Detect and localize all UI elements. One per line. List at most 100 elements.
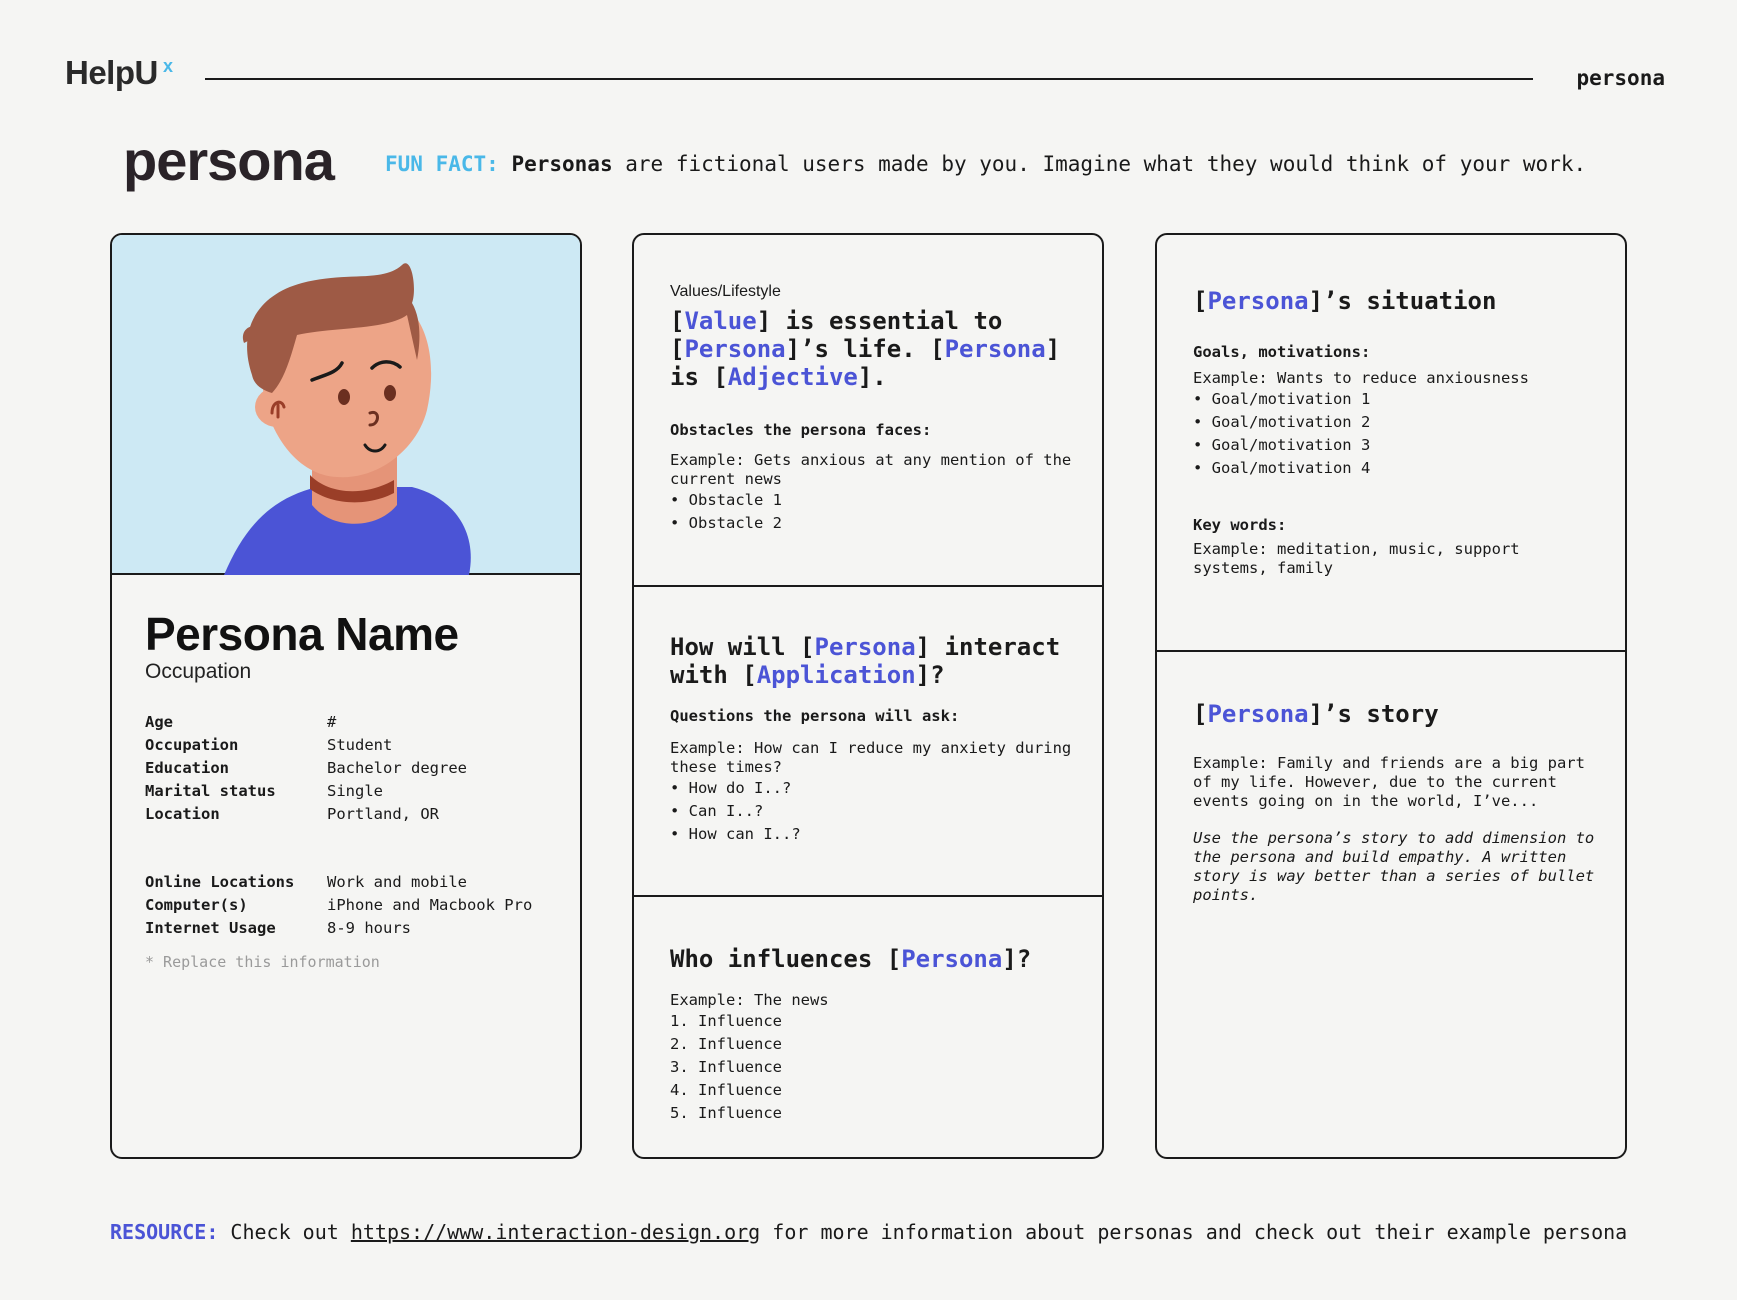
situation-card: [Persona]’s situation Goals, motivations… <box>1155 233 1627 1159</box>
list-item: • Goal/motivation 3 <box>1193 436 1371 454</box>
text: ]’s life. [ <box>785 335 945 363</box>
detail-value: 8-9 hours <box>327 919 411 937</box>
detail-key: Age <box>145 713 173 731</box>
influences-example: Example: The news <box>670 991 829 1009</box>
keywords-heading: Key words: <box>1193 516 1287 534</box>
detail-value: Bachelor degree <box>327 759 467 777</box>
detail-key: Internet Usage <box>145 919 276 937</box>
detail-value: Work and mobile <box>327 873 467 891</box>
resource-text-end: for more information about personas and … <box>760 1220 1628 1244</box>
fun-fact-bold: Personas <box>511 152 613 176</box>
text: ] is essential to <box>756 307 1003 335</box>
questions-heading: Questions the persona will ask: <box>670 707 960 725</box>
fun-fact: FUN FACT: Personas are fictional users m… <box>385 152 1586 176</box>
influences-list: 1. Influence 2. Influence 3. Influence 4… <box>670 1010 1078 1125</box>
detail-value: Single <box>327 782 383 800</box>
resource-text: Check out <box>218 1220 351 1244</box>
persona-online-details: Online Locations Work and mobile Computer… <box>145 871 532 940</box>
list-item: • Goal/motivation 2 <box>1193 413 1371 431</box>
list-item: 5. Influence <box>670 1104 782 1122</box>
detail-row: Computer(s) iPhone and Macbook Pro <box>145 894 532 917</box>
text: ] interact <box>915 633 1061 661</box>
interact-heading: How will [Persona] interact with [Applic… <box>670 633 1078 689</box>
questions-list: • How do I..? • Can I..? • How can I..? <box>670 777 1078 846</box>
text: ]? <box>915 661 945 689</box>
persona-details: Age # Occupation Student Education Bachelor… <box>145 711 467 826</box>
bracket: [ <box>670 335 685 363</box>
text: [ <box>1193 287 1208 315</box>
replace-note: * Replace this information <box>145 953 380 971</box>
header: HelpU x persona <box>65 52 1665 102</box>
persona-illustration <box>224 263 471 575</box>
fun-fact-label: FUN FACT: <box>385 152 499 176</box>
values-statement: [Value] is essential to [Persona]’s life… <box>670 307 1078 391</box>
list-item: • Obstacle 2 <box>670 514 782 532</box>
text: is [ <box>670 363 728 391</box>
fun-fact-text: are fictional users made by you. Imagine… <box>612 152 1587 176</box>
detail-value: Portland, OR <box>327 805 439 823</box>
text: ]’s situation <box>1308 287 1497 315</box>
logo[interactable]: HelpU <box>65 54 158 92</box>
persona-placeholder: Persona <box>1207 287 1309 315</box>
detail-key: Occupation <box>145 736 239 754</box>
influences-section: Who influences [Persona]? Example: The n… <box>634 895 1102 1157</box>
detail-value: # <box>327 713 337 731</box>
value-placeholder: Value <box>684 307 757 335</box>
text: [ <box>1193 700 1208 728</box>
goals-example: Example: Wants to reduce anxiousness <box>1193 369 1529 387</box>
adjective-placeholder: Adjective <box>727 363 858 391</box>
obstacles-heading: Obstacles the persona faces: <box>670 421 932 439</box>
persona-placeholder: Persona <box>1207 700 1309 728</box>
resource-link[interactable]: https://www.interaction-design.org <box>351 1220 760 1244</box>
list-item: • Goal/motivation 4 <box>1193 459 1371 477</box>
list-item: 3. Influence <box>670 1058 782 1076</box>
avatar <box>112 235 580 575</box>
keywords-example: Example: meditation, music, support syst… <box>1193 540 1520 577</box>
list-item: • How do I..? <box>670 779 792 797</box>
situation-heading: [Persona]’s situation <box>1193 287 1601 315</box>
story-section: [Persona]’s story Example: Family and fr… <box>1157 650 1625 1157</box>
text: How will [ <box>670 633 815 661</box>
detail-key: Online Locations <box>145 873 295 891</box>
resource-label: RESOURCE: <box>110 1220 219 1244</box>
situation-section: [Persona]’s situation Goals, motivations… <box>1157 235 1625 650</box>
list-item: 4. Influence <box>670 1081 782 1099</box>
goals-list: • Goal/motivation 1 • Goal/motivation 2 … <box>1193 388 1601 480</box>
obstacles-example: Example: Gets anxious at any mention of … <box>670 451 1072 488</box>
detail-row: Internet Usage 8-9 hours <box>145 917 532 940</box>
obstacles-list: • Obstacle 1 • Obstacle 2 <box>670 489 1078 535</box>
detail-value: Student <box>327 736 393 754</box>
detail-key: Education <box>145 759 229 777</box>
detail-key: Computer(s) <box>145 896 248 914</box>
story-tip: Use the persona’s story to add dimension… <box>1193 829 1595 904</box>
influences-heading: Who influences [Persona]? <box>670 945 1078 973</box>
text: ]. <box>857 363 887 391</box>
questions-example: Example: How can I reduce my anxiety dur… <box>670 739 1072 776</box>
values-card: Values/Lifestyle [Value] is essential to… <box>632 233 1104 1159</box>
detail-row: Marital status Single <box>145 780 467 803</box>
list-item: • Can I..? <box>670 802 764 820</box>
text: Who influences [ <box>670 945 902 973</box>
detail-row: Age # <box>145 711 467 734</box>
values-section: Values/Lifestyle [Value] is essential to… <box>634 235 1102 585</box>
persona-placeholder: Persona <box>901 945 1003 973</box>
detail-row: Online Locations Work and mobile <box>145 871 532 894</box>
story-heading: [Persona]’s story <box>1193 700 1601 728</box>
header-divider <box>205 78 1533 80</box>
text: ]? <box>1002 945 1032 973</box>
list-item: 1. Influence <box>670 1012 782 1030</box>
resource-footer: RESOURCE: Check out https://www.interact… <box>110 1220 1627 1244</box>
header-page-label: persona <box>1576 66 1665 90</box>
profile-card: Persona Name Occupation Age # Occupation S… <box>110 233 582 1159</box>
text: ]’s story <box>1308 700 1439 728</box>
list-item: • How can I..? <box>670 825 801 843</box>
application-placeholder: Application <box>756 661 916 689</box>
detail-row: Occupation Student <box>145 734 467 757</box>
list-item: • Obstacle 1 <box>670 491 782 509</box>
bracket: [ <box>670 307 685 335</box>
values-label: Values/Lifestyle <box>670 283 781 300</box>
story-example: Example: Family and friends are a big pa… <box>1193 754 1585 810</box>
text: with [ <box>670 661 757 689</box>
bracket: ] <box>1045 335 1061 363</box>
detail-key: Location <box>145 805 220 823</box>
